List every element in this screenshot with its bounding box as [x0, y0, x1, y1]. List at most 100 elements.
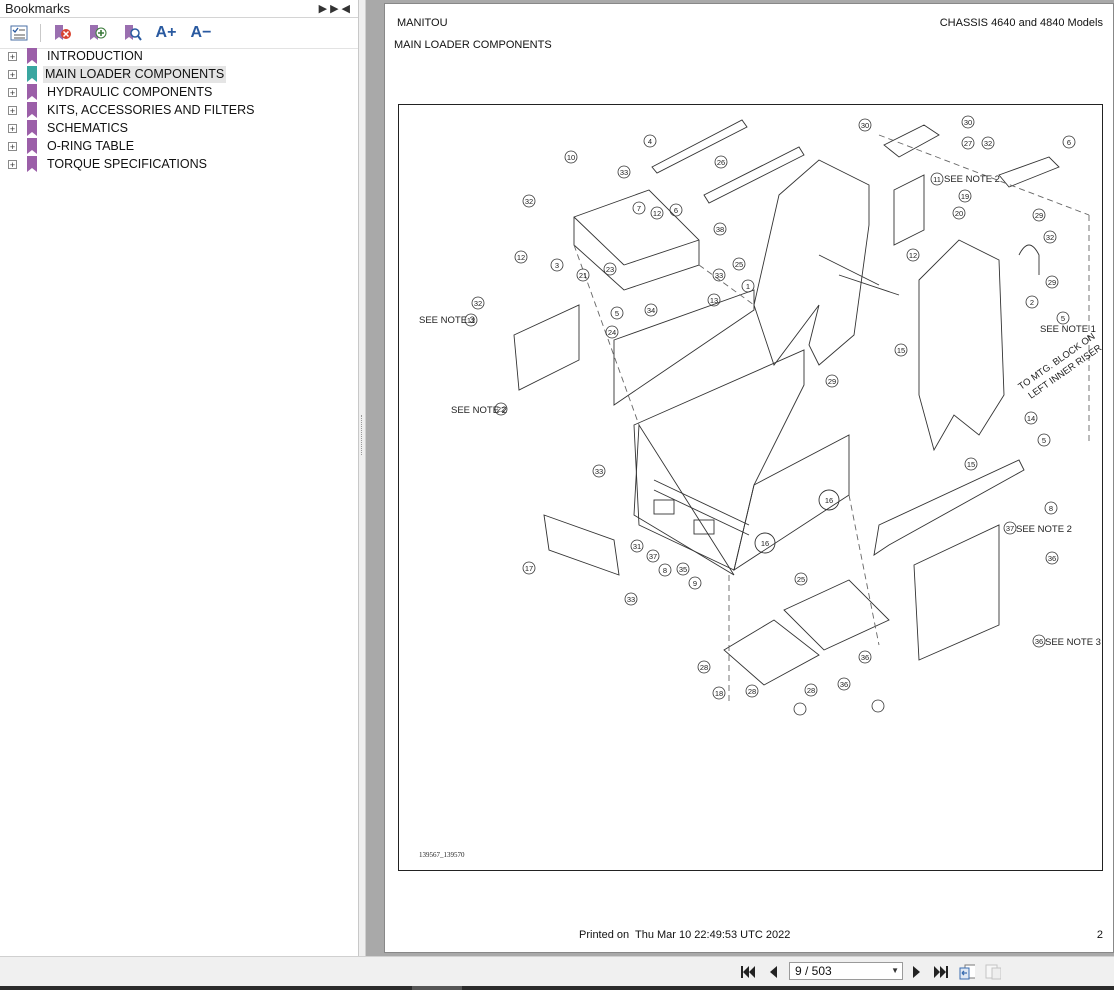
document-viewer[interactable]: MANITOU CHASSIS 4640 and 4840 Models MAI… [366, 0, 1114, 956]
callout-number: 12 [909, 251, 917, 260]
bottom-edge [0, 986, 1114, 990]
callout-number: 35 [679, 565, 687, 574]
printed-date: Thu Mar 10 22:49:53 UTC 2022 [635, 929, 791, 941]
find-bookmark-icon[interactable] [121, 23, 143, 43]
close-panel-icon[interactable]: ◀ [342, 3, 353, 15]
expand-icon[interactable]: + [8, 106, 17, 116]
panel-splitter[interactable] [359, 0, 366, 956]
callout-number: 36 [840, 680, 848, 689]
bookmarks-panel: Bookmarks ▶▶◀ A+ A− + INTRODUCTION + MAI… [0, 0, 359, 956]
callout-number: 33 [715, 271, 723, 280]
bookmark-icon [27, 48, 37, 64]
bookmark-label[interactable]: SCHEMATICS [45, 120, 130, 137]
first-page-icon[interactable] [740, 964, 756, 980]
callout-number: 8 [1049, 504, 1053, 513]
callout-number: 15 [897, 346, 905, 355]
bookmark-label[interactable]: TORQUE SPECIFICATIONS [45, 156, 209, 173]
expand-icon[interactable]: + [8, 142, 17, 152]
bookmark-label[interactable]: KITS, ACCESSORIES AND FILTERS [45, 102, 256, 119]
callout-number: 30 [964, 118, 972, 127]
callout-number: 22 [497, 405, 505, 414]
callout-number: 29 [828, 377, 836, 386]
callout-number: 32 [525, 197, 533, 206]
callout-number: 4 [648, 137, 652, 146]
page-number-field[interactable]: 9 / 503 ▼ [789, 962, 903, 980]
callout-number: 29 [1048, 278, 1056, 287]
page-navigation-bar: 9 / 503 ▼ [0, 956, 1114, 987]
bookmark-item-torque-specifications[interactable]: + TORQUE SPECIFICATIONS [0, 156, 358, 174]
next-view-icon[interactable] [985, 964, 1001, 980]
callout-number: 5 [615, 309, 619, 318]
callout-number: 36 [861, 653, 869, 662]
callout-number: 27 [964, 139, 972, 148]
expand-icon[interactable]: + [8, 52, 17, 62]
bookmark-label[interactable]: MAIN LOADER COMPONENTS [43, 66, 227, 83]
last-page-icon[interactable] [933, 964, 949, 980]
bottom-edge-segment [412, 986, 462, 990]
bookmark-icon [27, 66, 37, 82]
expand-icon[interactable]: + [8, 88, 17, 98]
callout-number: 10 [567, 153, 575, 162]
callout-number: 17 [525, 564, 533, 573]
callout-number: 23 [606, 265, 614, 274]
callout-number: 34 [647, 306, 655, 315]
callout-number: 33 [627, 595, 635, 604]
callout-number: 31 [633, 542, 641, 551]
bookmark-item-hydraulic-components[interactable]: + HYDRAULIC COMPONENTS [0, 84, 358, 102]
callout-number: 32 [984, 139, 992, 148]
parts-drawing: SEE NOTE 2 SEE NOTE 3 SEE NOTE 1 SEE NOT… [419, 115, 1102, 859]
callout-number: 2 [1030, 298, 1034, 307]
callout-number: 12 [517, 253, 525, 262]
callout-number: 20 [955, 209, 963, 218]
callout-number: 7 [637, 204, 641, 213]
collapse-panel-icon[interactable]: ▶▶ [319, 3, 342, 15]
splitter-grip[interactable] [361, 415, 364, 455]
callout-number: 21 [579, 271, 587, 280]
expand-icon[interactable]: + [8, 70, 17, 80]
next-page-icon[interactable] [909, 964, 925, 980]
bookmark-item-kits-accessories-filters[interactable]: + KITS, ACCESSORIES AND FILTERS [0, 102, 358, 120]
callout-number: 36 [1048, 554, 1056, 563]
bookmark-label[interactable]: O-RING TABLE [45, 138, 136, 155]
note-label: SEE NOTE 2 [1016, 524, 1072, 535]
page-number: 2 [1096, 929, 1103, 941]
bookmark-options-icon[interactable] [8, 23, 30, 43]
expand-icon[interactable]: + [8, 160, 17, 170]
bookmark-icon [27, 120, 37, 136]
bookmarks-header: Bookmarks ▶▶◀ [0, 0, 358, 18]
bookmark-item-main-loader-components[interactable]: + MAIN LOADER COMPONENTS [0, 66, 358, 84]
previous-page-icon[interactable] [765, 964, 781, 980]
callout-number: 5 [1061, 314, 1065, 323]
callout-number: 26 [717, 158, 725, 167]
bookmark-item-schematics[interactable]: + SCHEMATICS [0, 120, 358, 138]
callout-number: 19 [961, 192, 969, 201]
bookmark-item-introduction[interactable]: + INTRODUCTION [0, 48, 358, 66]
callout-number: 25 [797, 575, 805, 584]
decrease-font-button[interactable]: A− [190, 23, 212, 43]
increase-font-button[interactable]: A+ [155, 23, 177, 43]
bookmark-tree: + INTRODUCTION + MAIN LOADER COMPONENTS … [0, 48, 358, 174]
callout-number: 33 [595, 467, 603, 476]
callout-number: 6 [674, 206, 678, 215]
previous-view-icon[interactable] [959, 964, 975, 980]
callout-number: 14 [1027, 414, 1035, 423]
bookmark-label[interactable]: INTRODUCTION [45, 48, 145, 65]
bookmark-item-o-ring-table[interactable]: + O-RING TABLE [0, 138, 358, 156]
bookmark-icon [27, 102, 37, 118]
add-bookmark-icon[interactable] [86, 23, 108, 43]
bookmark-icon [27, 84, 37, 100]
callout-number: 24 [608, 328, 616, 337]
callout-number: 33 [620, 168, 628, 177]
callout-number: 32 [474, 299, 482, 308]
callout-number: 16 [825, 496, 833, 505]
callout-number: 11 [933, 175, 941, 184]
delete-bookmark-icon[interactable] [51, 23, 73, 43]
bookmark-label[interactable]: HYDRAULIC COMPONENTS [45, 84, 214, 101]
expand-icon[interactable]: + [8, 124, 17, 134]
pdf-page: MANITOU CHASSIS 4640 and 4840 Models MAI… [384, 3, 1114, 953]
page-number-value[interactable]: 9 / 503 [795, 964, 832, 978]
chevron-down-icon[interactable]: ▼ [891, 963, 899, 979]
callout-number: 5 [1042, 436, 1046, 445]
callout-number: 1 [746, 282, 750, 291]
panel-controls: ▶▶◀ [319, 1, 353, 18]
